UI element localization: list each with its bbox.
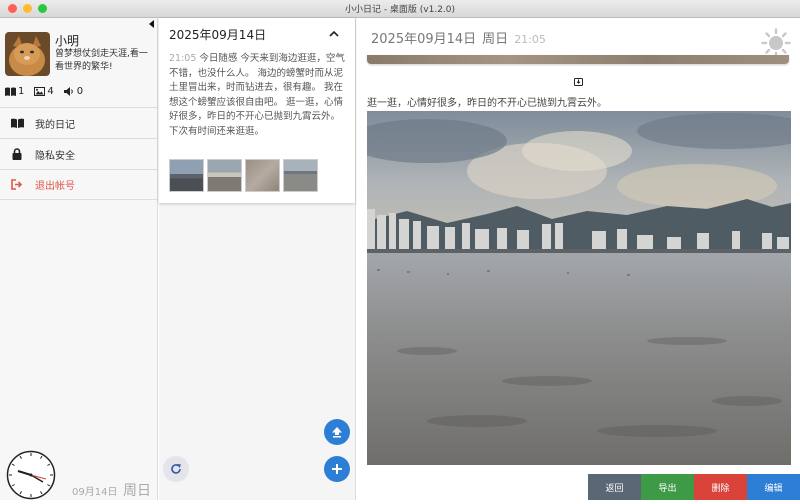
window-title: 小小日记 - 桌面版 (v1.2.0) — [344, 5, 456, 15]
photo-count: 4 — [34, 86, 54, 97]
stats-row: 1 4 0 — [5, 86, 83, 97]
sidebar-item-logout[interactable]: 退出帐号 — [0, 169, 158, 200]
sidebar-item-label: 我的日记 — [35, 119, 75, 131]
image-icon — [34, 87, 46, 96]
refresh-button[interactable] — [163, 456, 189, 482]
sun-icon — [761, 28, 791, 58]
upload-icon — [332, 427, 342, 438]
avatar[interactable] — [5, 32, 50, 76]
user-name: 小明 — [55, 34, 80, 48]
upload-button[interactable] — [324, 419, 350, 445]
entry-thumbnails — [169, 159, 318, 192]
diary-list-pane: 2025年09月14日 21:05 今日随感 今天来到海边逛逛，空气不错，也没什么… — [159, 18, 356, 500]
diary-count: 1 — [5, 86, 24, 97]
footer-weekday: 周日 — [123, 483, 151, 499]
edit-button[interactable]: 编辑 — [747, 474, 800, 500]
user-motto: 曾梦想仗剑走天涯,看一看世界的繁华! — [55, 49, 148, 72]
add-entry-button[interactable] — [324, 456, 350, 482]
thumbnail-image[interactable] — [169, 159, 204, 192]
book-icon — [5, 87, 16, 96]
action-bar: 返回 导出 删除 编辑 — [588, 474, 800, 500]
detail-header: 2025年09月14日 周日 21:05 — [371, 28, 546, 47]
volume-icon — [63, 87, 73, 96]
thumbnail-image[interactable] — [207, 159, 242, 192]
chevron-up-icon[interactable] — [329, 26, 339, 40]
diary-photo[interactable] — [367, 111, 791, 465]
sidebar-item-label: 退出帐号 — [35, 181, 75, 192]
diary-detail-pane: 2025年09月14日 周日 21:05 逛一逛，心情好很多，昨日的不开心已抛到九霄… — [357, 18, 800, 500]
traffic-lights — [2, 4, 47, 13]
collapse-sidebar-icon[interactable] — [149, 20, 154, 28]
analog-clock — [6, 450, 56, 500]
logout-icon — [11, 179, 23, 190]
close-window-button[interactable] — [8, 4, 17, 13]
detail-date: 2025年09月14日 — [371, 32, 477, 47]
minimize-window-button[interactable] — [23, 4, 32, 13]
sidebar-item-my-diary[interactable]: 我的日记 — [0, 107, 158, 138]
delete-button[interactable]: 删除 — [694, 474, 747, 500]
sidebar-item-label: 隐私安全 — [35, 150, 75, 162]
detail-text: 逛一逛，心情好很多，昨日的不开心已抛到九霄云外。 — [367, 98, 607, 109]
sidebar: 小明 曾梦想仗剑走天涯,看一看世界的繁华! 1 4 0 我的日记 隐私安全 退出… — [0, 18, 158, 500]
footer-date: 09月14日 — [72, 487, 118, 498]
detail-weekday: 周日 — [482, 32, 509, 47]
diary-entry-card[interactable]: 2025年09月14日 21:05 今日随感 今天来到海边逛逛，空气不错，也没什么… — [159, 18, 355, 203]
thumbnail-image[interactable] — [245, 159, 280, 192]
entry-date: 2025年09月14日 — [169, 28, 267, 42]
open-book-icon — [10, 118, 24, 128]
sidebar-item-privacy[interactable]: 隐私安全 — [0, 138, 158, 169]
entry-time: 21:05 — [169, 53, 197, 64]
sidebar-menu: 我的日记 隐私安全 退出帐号 — [0, 107, 158, 200]
entry-body: 今日随感 今天来到海边逛逛，空气不错，也没什么人。 海边的螃蟹时而从泥土里冒出来… — [169, 53, 345, 137]
previous-image-strip[interactable] — [367, 55, 789, 64]
download-icon[interactable] — [574, 71, 583, 86]
window-titlebar: 小小日记 - 桌面版 (v1.2.0) — [0, 0, 800, 18]
audio-count: 0 — [63, 86, 83, 97]
entry-text: 21:05 今日随感 今天来到海边逛逛，空气不错，也没什么人。 海边的螃蟹时而从泥… — [169, 52, 349, 139]
refresh-icon — [171, 464, 181, 474]
back-button[interactable]: 返回 — [588, 474, 641, 500]
lock-icon — [12, 148, 22, 160]
plus-icon — [332, 464, 342, 474]
detail-time: 21:05 — [514, 33, 546, 46]
thumbnail-image[interactable] — [283, 159, 318, 192]
zoom-window-button[interactable] — [38, 4, 47, 13]
export-button[interactable]: 导出 — [641, 474, 694, 500]
